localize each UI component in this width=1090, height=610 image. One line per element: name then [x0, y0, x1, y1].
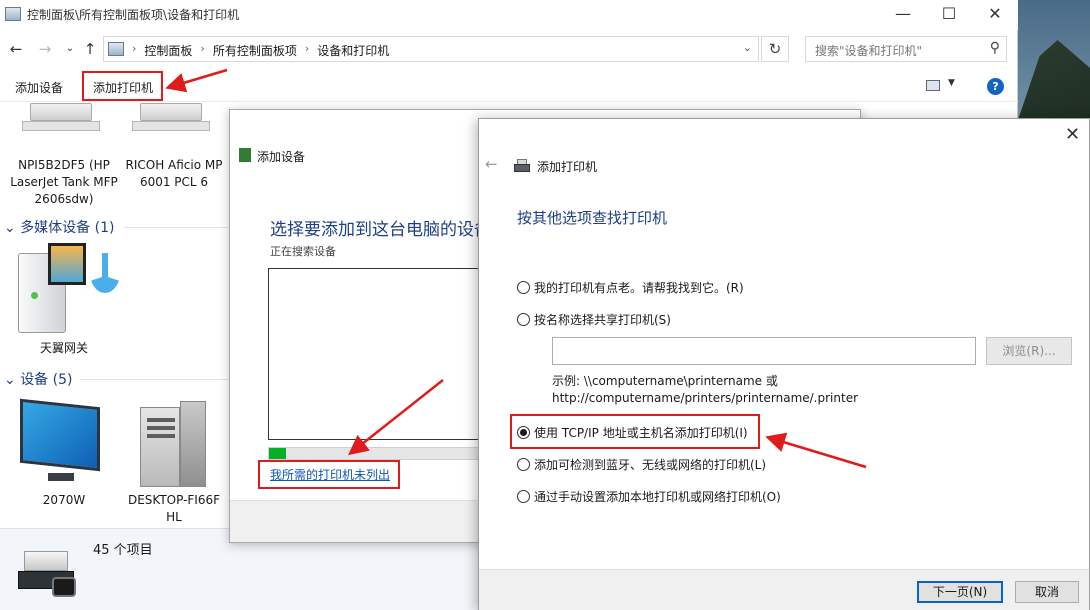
example-line-1: 示例: \\computername\printername 或: [552, 374, 778, 388]
browse-button[interactable]: 浏览(R)...: [986, 337, 1072, 365]
option-label: 通过手动设置添加本地打印机或网络打印机(O): [534, 490, 781, 504]
group-multimedia[interactable]: ⌄ 多媒体设备 (1): [4, 217, 114, 237]
add-printer-footer: 下一页(N) 取消: [479, 569, 1089, 610]
printer-icon: [22, 103, 100, 135]
radio-button[interactable]: [517, 313, 530, 326]
back-arrow-icon[interactable]: ←: [6, 39, 26, 59]
media-item-gateway[interactable]: 天翼网关: [14, 340, 114, 357]
collapse-chevron-icon[interactable]: ⌄: [4, 220, 20, 236]
media-gateway-icon: [18, 243, 120, 333]
radio-button[interactable]: [517, 281, 530, 294]
search-icon[interactable]: ⚲: [990, 40, 1000, 56]
printer-small-icon: [514, 159, 530, 173]
recent-locations-chevron-icon[interactable]: ⌄: [60, 39, 80, 59]
annotation-box-not-listed: [258, 460, 400, 489]
path-example: 示例: \\computername\printername 或 http://…: [552, 373, 858, 407]
help-icon[interactable]: ?: [987, 78, 1004, 95]
navigation-bar: ← → ⌄ ↑ › 控制面板 › 所有控制面板项 › 设备和打印机 ⌄ ↻ 搜索…: [0, 34, 1018, 64]
add-device-icon: [239, 148, 251, 162]
option-manual-local[interactable]: 通过手动设置添加本地打印机或网络打印机(O): [517, 488, 781, 505]
option-label: 按名称选择共享打印机(S): [534, 313, 671, 327]
add-printer-title: 添加打印机: [537, 160, 598, 174]
breadcrumb-separator: ›: [200, 42, 205, 55]
device-item-2070w[interactable]: 2070W: [14, 492, 114, 509]
desktop-tower-icon: [140, 401, 206, 487]
breadcrumb-separator: ›: [304, 42, 310, 55]
close-button[interactable]: ✕: [972, 0, 1018, 30]
shared-printer-name-input[interactable]: [552, 337, 976, 365]
annotation-box-tcpip: [510, 414, 760, 449]
monitor-icon: [20, 398, 102, 483]
device-item-desktop[interactable]: DESKTOP-FI66FHL: [124, 492, 224, 526]
up-arrow-icon[interactable]: ↑: [80, 39, 100, 59]
breadcrumb-separator: ›: [132, 42, 137, 55]
cancel-button[interactable]: 取消: [1015, 581, 1079, 603]
progress-fill: [269, 448, 287, 459]
breadcrumb-all-items[interactable]: 所有控制面板项: [213, 42, 297, 59]
minimize-button[interactable]: —: [880, 0, 926, 30]
item-count: 45 个项目: [93, 543, 153, 558]
searching-status: 正在搜索设备: [270, 245, 336, 258]
breadcrumb-devices-printers[interactable]: 设备和打印机: [317, 42, 389, 59]
title-bar: 控制面板\所有控制面板项\设备和打印机 — ☐ ✕: [0, 0, 1018, 30]
add-device-heading: 选择要添加到这台电脑的设备: [270, 220, 491, 240]
option-label: 添加可检测到蓝牙、无线或网络的打印机(L): [534, 458, 767, 472]
annotation-box-add-printer: [82, 71, 163, 101]
option-label: 我的打印机有点老。请帮我找到它。(R): [534, 281, 744, 295]
window-title: 控制面板\所有控制面板项\设备和打印机: [27, 8, 240, 22]
maximize-button[interactable]: ☐: [926, 0, 972, 30]
refresh-icon[interactable]: ↻: [761, 36, 789, 62]
example-line-2: http://computername/printers/printername…: [552, 391, 859, 405]
collapse-chevron-icon[interactable]: ⌄: [4, 372, 20, 388]
printer-camera-icon: [18, 551, 76, 597]
device-list[interactable]: [268, 268, 488, 440]
group-devices-label: 设备 (5): [20, 372, 73, 388]
radio-button[interactable]: [517, 458, 530, 471]
control-panel-icon: [5, 7, 21, 21]
wallpaper-hill: [1018, 40, 1090, 120]
forward-arrow-icon[interactable]: →: [35, 39, 55, 59]
breadcrumb: › 控制面板 › 所有控制面板项 › 设备和打印机: [132, 42, 389, 59]
group-devices[interactable]: ⌄ 设备 (5): [4, 369, 72, 389]
add-printer-heading: 按其他选项查找打印机: [517, 209, 668, 227]
add-device-button[interactable]: 添加设备: [15, 79, 63, 96]
group-divider: [124, 227, 234, 228]
group-divider: [80, 379, 234, 380]
view-options-icon[interactable]: [926, 80, 940, 91]
dialog-back-arrow-icon[interactable]: ←: [485, 155, 498, 173]
option-old-printer[interactable]: 我的打印机有点老。请帮我找到它。(R): [517, 279, 744, 296]
printer-item-ricoh[interactable]: RICOH Aficio MP 6001 PCL 6: [122, 157, 226, 191]
radio-button[interactable]: [517, 490, 530, 503]
option-bluetooth-wireless[interactable]: 添加可检测到蓝牙、无线或网络的打印机(L): [517, 456, 766, 473]
address-control-panel-icon: [108, 42, 124, 56]
printer-item-hp[interactable]: NPI5B2DF5 (HP LaserJet Tank MFP 2606sdw): [6, 157, 122, 208]
search-placeholder: 搜索"设备和打印机": [815, 44, 923, 58]
printer-icon: [132, 103, 210, 135]
group-multimedia-label: 多媒体设备 (1): [20, 220, 115, 236]
next-button[interactable]: 下一页(N): [917, 581, 1003, 603]
add-device-title: 添加设备: [257, 150, 306, 164]
option-shared-by-name[interactable]: 按名称选择共享打印机(S): [517, 311, 671, 328]
add-printer-dialog: ✕ ← 添加打印机 按其他选项查找打印机 我的打印机有点老。请帮我找到它。(R)…: [478, 118, 1090, 610]
address-dropdown-icon[interactable]: ⌄: [743, 41, 752, 54]
dialog-close-icon[interactable]: ✕: [1065, 124, 1080, 145]
search-input[interactable]: 搜索"设备和打印机" ⚲: [805, 36, 1007, 62]
search-progress-bar: [268, 447, 488, 460]
address-bar[interactable]: › 控制面板 › 所有控制面板项 › 设备和打印机 ⌄: [103, 36, 759, 62]
view-dropdown-icon[interactable]: ▼: [948, 78, 955, 88]
breadcrumb-control-panel[interactable]: 控制面板: [144, 42, 192, 59]
